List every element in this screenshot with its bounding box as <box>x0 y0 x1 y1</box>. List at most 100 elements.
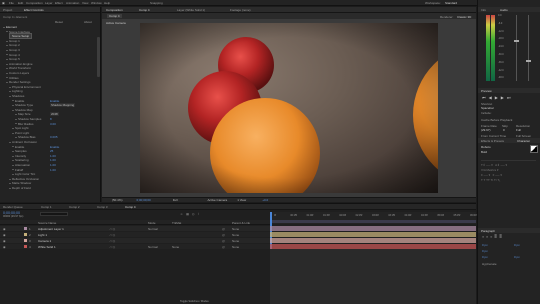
pick-whip-icon[interactable]: @ <box>222 245 225 249</box>
disclosure-triangle-icon[interactable] <box>15 123 17 125</box>
disclosure-triangle-icon[interactable] <box>12 160 14 162</box>
effect-property-row[interactable]: Shadow Samples 8 <box>15 117 52 121</box>
app-icon[interactable]: ▣ <box>2 1 5 5</box>
tab-preview[interactable]: Preview <box>481 89 492 93</box>
align-right-icon[interactable]: ≡ <box>490 235 492 239</box>
layer-duration-bar[interactable] <box>270 226 476 231</box>
last-frame-icon[interactable]: ⏭ <box>507 95 511 100</box>
layer-mode-select[interactable]: Normal <box>148 227 158 231</box>
effect-property-value[interactable]: 3.00 <box>50 122 56 126</box>
disclosure-triangle-icon[interactable] <box>6 68 8 70</box>
graph-editor-icon[interactable]: ⌇ <box>198 212 199 216</box>
volume-slider-handle[interactable] <box>514 40 519 42</box>
disclosure-triangle-icon[interactable] <box>9 178 11 180</box>
justify-icon[interactable]: ≣ <box>494 235 497 239</box>
tab-composition[interactable]: Composition <box>106 8 123 12</box>
tab-project[interactable]: Project <box>3 8 12 12</box>
effect-property-value[interactable]: 8 <box>50 117 52 121</box>
pick-whip-icon[interactable]: @ <box>222 239 225 243</box>
layer-trkmat-select[interactable]: None <box>172 245 179 249</box>
effect-property-row[interactable]: Falloff 1.00 <box>12 168 56 172</box>
effect-property-row[interactable]: Ambient Occlusion <box>9 140 37 144</box>
disclosure-triangle-icon[interactable] <box>6 54 8 56</box>
layer-parent-select[interactable]: None <box>232 227 239 231</box>
visibility-eye-icon[interactable]: ◉ <box>3 239 6 243</box>
disclosure-triangle-icon[interactable] <box>6 40 8 42</box>
disclosure-triangle-icon[interactable] <box>12 100 14 102</box>
disclosure-triangle-icon[interactable] <box>12 155 14 157</box>
prev-frame-icon[interactable]: ◀ <box>489 95 492 100</box>
effect-property-row[interactable]: Enable Enable <box>12 99 59 103</box>
effect-property-row[interactable]: Intensity 1.00 <box>12 154 56 158</box>
disclosure-triangle-icon[interactable] <box>12 150 14 152</box>
font-family-select[interactable]: Roboto <box>481 145 491 149</box>
effect-property-row[interactable]: Group 3 <box>6 48 20 52</box>
col-source-name[interactable]: Source Name <box>38 221 56 225</box>
effect-property-value[interactable]: Enable <box>50 99 59 103</box>
disclosure-triangle-icon[interactable] <box>9 86 11 88</box>
layer-name[interactable]: Light 1 <box>38 233 47 237</box>
disclosure-triangle-icon[interactable] <box>6 77 8 79</box>
layer-name[interactable]: White Solid 1 <box>38 245 56 249</box>
layer-duration-bar[interactable] <box>270 232 476 237</box>
volume-slider-handle-2[interactable] <box>526 60 531 62</box>
layer-name[interactable]: Camera 1 <box>38 239 51 243</box>
layer-switches[interactable]: ⁄ ⁄ ◎ <box>110 239 115 243</box>
effect-property-row[interactable]: Spot Light <box>12 126 29 130</box>
label-color-swatch[interactable] <box>24 227 27 230</box>
layer-mode-select[interactable]: Normal <box>148 245 158 249</box>
pick-whip-icon[interactable]: @ <box>222 227 225 231</box>
disclosure-triangle-icon[interactable] <box>9 183 11 185</box>
timeline-tab[interactable]: Comp 1 <box>41 205 52 209</box>
disclosure-triangle-icon[interactable] <box>3 26 5 28</box>
layer-switches[interactable]: ⁄ ⁄ ◎ <box>110 233 115 237</box>
fill-stroke-swatch[interactable] <box>530 145 538 153</box>
play-icon[interactable]: ▶ <box>495 95 498 100</box>
disclosure-triangle-icon[interactable] <box>12 104 14 106</box>
tab-paragraph[interactable]: Paragraph <box>481 229 495 233</box>
tab-character[interactable]: Character <box>517 139 530 143</box>
menu-view[interactable]: View <box>82 1 88 5</box>
effect-property-row[interactable]: Depth of Field <box>9 186 31 190</box>
disclosure-triangle-icon[interactable] <box>12 127 14 129</box>
col-mode[interactable]: Mode <box>148 221 156 225</box>
effect-property-row[interactable]: Map Size 2048 <box>15 112 59 117</box>
disclosure-triangle-icon[interactable] <box>15 118 17 120</box>
visibility-eye-icon[interactable]: ◉ <box>3 233 6 237</box>
volume-slider-track[interactable] <box>516 15 517 81</box>
effect-property-row[interactable]: Shadows <box>9 94 24 98</box>
first-frame-icon[interactable]: ⏮ <box>482 95 486 100</box>
next-frame-icon[interactable]: ▶ <box>501 95 504 100</box>
effect-property-row[interactable]: Shadow Map <box>12 108 33 112</box>
effect-property-value[interactable]: 1.00 <box>50 168 56 172</box>
effect-property-value[interactable]: 1.00 <box>50 163 56 167</box>
effect-property-row[interactable]: Group 5 <box>6 57 20 61</box>
disclosure-triangle-icon[interactable] <box>6 45 8 47</box>
effect-property-row[interactable]: Custom Layers <box>6 71 29 75</box>
frame-rate-select[interactable]: (29.97) <box>481 128 491 132</box>
layer-switches[interactable]: ⁄ ⁄ ◎ <box>110 227 115 231</box>
timeline-tab[interactable]: Comp 2 <box>69 205 80 209</box>
disclosure-triangle-icon[interactable] <box>12 132 14 134</box>
tab-audio[interactable]: Audio <box>500 8 508 12</box>
exposure-value[interactable]: +0.0 <box>262 198 268 202</box>
effect-property-row[interactable]: Utilities <box>6 76 19 80</box>
effect-property-value[interactable]: Enable <box>50 145 59 149</box>
menu-animation[interactable]: Animation <box>66 1 79 5</box>
align-left-icon[interactable]: ≡ <box>482 235 484 239</box>
timeline-tab[interactable]: Comp 3 <box>97 205 108 209</box>
about-link[interactable]: About <box>84 20 92 24</box>
comp-breadcrumb[interactable]: Comp 4 <box>107 14 122 18</box>
menu-effect[interactable]: Effect <box>55 1 63 5</box>
toggle-switches-modes[interactable]: Toggle Switches / Modes <box>180 300 209 303</box>
effect-property-select[interactable]: Shadow Mapping <box>50 103 76 108</box>
effect-property-row[interactable]: Attenuation 1.00 <box>12 163 56 167</box>
motion-blur-icon[interactable]: ◎ <box>192 212 195 216</box>
tab-composition-name[interactable]: Comp 4 <box>139 8 150 12</box>
effect-property-row[interactable]: Matte Shadow <box>9 181 31 185</box>
effect-property-row[interactable]: Scene Setup <box>9 33 33 40</box>
snapping-label[interactable]: Snapping <box>150 1 163 5</box>
effect-property-value[interactable]: 1.00 <box>50 158 56 162</box>
cache-checkbox[interactable]: Cache Before Playback <box>481 118 512 122</box>
para-indent-left[interactable]: 0 px <box>482 243 488 247</box>
